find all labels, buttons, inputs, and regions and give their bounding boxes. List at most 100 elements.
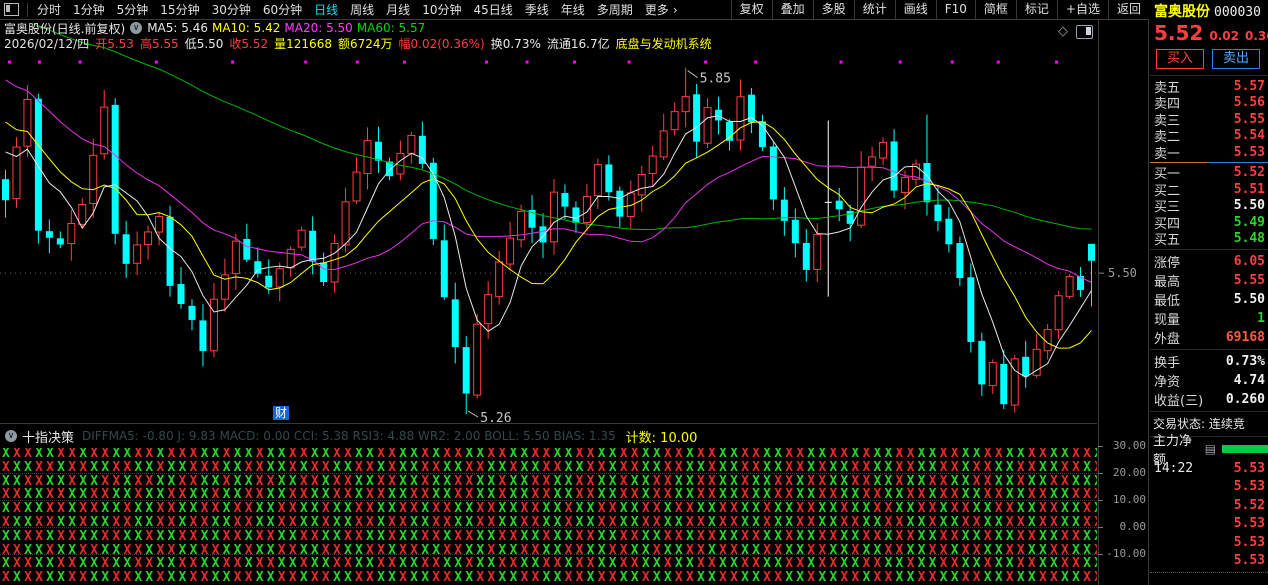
signal-x: X — [333, 515, 344, 530]
signal-x: X — [752, 474, 763, 489]
menu-item-period-12[interactable]: 年线 — [555, 1, 591, 18]
signal-x: X — [344, 474, 355, 489]
sell-level-4[interactable]: 卖一5.53 — [1150, 144, 1268, 161]
signal-x: X — [13, 474, 24, 489]
menu-item-period-6[interactable]: 日线 — [308, 1, 344, 18]
signal-x: X — [267, 460, 278, 475]
tick-row-4[interactable]: 5.53 — [1150, 533, 1268, 552]
signal-x: X — [234, 570, 245, 585]
signal-x: X — [951, 460, 962, 475]
signal-x: X — [1083, 487, 1094, 502]
signal-x: X — [796, 556, 807, 571]
signal-x: X — [796, 570, 807, 585]
menu-item-period-10[interactable]: 45日线 — [467, 1, 518, 18]
cai-marker-badge[interactable]: 财 — [273, 406, 289, 420]
signal-x: X — [256, 460, 267, 475]
signal-x: X — [719, 515, 730, 530]
right-quote-panel: 富奥股份 000030 5.52 0.02 0.36% 买入 卖出 卖五5.57… — [1150, 0, 1268, 585]
signal-x: X — [565, 543, 576, 558]
signal-x: X — [13, 529, 24, 544]
menu-item-period-0[interactable]: 分时 — [31, 1, 67, 18]
signal-x: X — [785, 543, 796, 558]
sell-button[interactable]: 卖出 — [1212, 49, 1260, 69]
sell-level-0[interactable]: 卖五5.57 — [1150, 78, 1268, 95]
buy-level-2[interactable]: 买三5.50 — [1150, 198, 1268, 215]
pane-toggle-icon[interactable] — [1076, 25, 1093, 39]
signal-x: X — [68, 460, 79, 475]
signal-x: X — [885, 515, 896, 530]
buy-button[interactable]: 买入 — [1156, 49, 1204, 69]
signal-x: X — [686, 556, 697, 571]
menu-item-period-14[interactable]: 更多 — [639, 1, 675, 18]
signal-x: X — [366, 487, 377, 502]
signal-x: X — [907, 487, 918, 502]
toolbar-item-8[interactable]: +自选 — [1057, 0, 1108, 19]
toolbar-item-7[interactable]: 标记 — [1016, 0, 1057, 19]
menu-item-period-1[interactable]: 1分钟 — [67, 1, 111, 18]
signal-x: X — [1083, 543, 1094, 558]
toolbar-item-0[interactable]: 复权 — [731, 0, 772, 19]
tick-row-1[interactable]: 5.53 — [1150, 478, 1268, 497]
toolbar-item-4[interactable]: 画线 — [895, 0, 936, 19]
signal-x: X — [741, 543, 752, 558]
stock-code: 000030 — [1214, 5, 1261, 20]
signal-x: X — [862, 515, 873, 530]
signal-x: X — [774, 487, 785, 502]
menu-item-period-11[interactable]: 季线 — [519, 1, 555, 18]
diamond-icon[interactable]: ◇ — [1058, 24, 1068, 39]
signal-x: X — [940, 515, 951, 530]
buy-level-0[interactable]: 买一5.52 — [1150, 165, 1268, 182]
detail-list-icon[interactable]: ▤ — [1205, 442, 1216, 456]
buy-level-4[interactable]: 买五5.48 — [1150, 231, 1268, 248]
menu-item-period-9[interactable]: 10分钟 — [416, 1, 467, 18]
tick-row-0[interactable]: 14:225.53 — [1150, 459, 1268, 478]
menu-item-period-4[interactable]: 30分钟 — [206, 1, 257, 18]
window-split-icon[interactable] — [4, 3, 19, 16]
signal-x: X — [79, 529, 90, 544]
signal-x: X — [57, 501, 68, 516]
toolbar-item-2[interactable]: 多股 — [813, 0, 854, 19]
chevron-right-icon[interactable]: › — [673, 3, 678, 17]
toolbar-item-5[interactable]: F10 — [936, 0, 975, 19]
stock-name[interactable]: 富奥股份 — [1154, 1, 1210, 21]
toolbar-item-1[interactable]: 叠加 — [772, 0, 813, 19]
signal-x: X — [498, 487, 509, 502]
tick-row-5[interactable]: 5.53 — [1150, 552, 1268, 571]
menu-item-period-3[interactable]: 15分钟 — [154, 1, 205, 18]
signal-grid[interactable]: XXXXXXXXXXXXXXXXXXXXXXXXXXXXXXXXXXXXXXXX… — [0, 447, 1097, 585]
signal-x: X — [653, 501, 664, 516]
signal-x: X — [873, 501, 884, 516]
chevron-down-icon[interactable]: ∨ — [5, 430, 17, 442]
signal-x: X — [377, 556, 388, 571]
signal-x: X — [2, 529, 13, 544]
menu-item-period-2[interactable]: 5分钟 — [111, 1, 155, 18]
sell-level-3[interactable]: 卖二5.54 — [1150, 128, 1268, 145]
indicator-title[interactable]: 十指决策 — [22, 427, 74, 446]
sell-level-1[interactable]: 卖四5.56 — [1150, 95, 1268, 112]
signal-x: X — [167, 487, 178, 502]
signal-x: X — [476, 515, 487, 530]
chevron-down-icon[interactable]: ∨ — [130, 22, 142, 34]
signal-x: X — [995, 501, 1006, 516]
menu-item-period-8[interactable]: 月线 — [380, 1, 416, 18]
toolbar-item-3[interactable]: 统计 — [854, 0, 895, 19]
buy-level-1[interactable]: 买二5.51 — [1150, 181, 1268, 198]
tick-row-2[interactable]: 5.52 — [1150, 496, 1268, 515]
menu-item-period-13[interactable]: 多周期 — [591, 1, 639, 18]
tick-row-3[interactable]: 5.53 — [1150, 515, 1268, 534]
signal-x: X — [278, 474, 289, 489]
signal-x: X — [322, 487, 333, 502]
candles-layer[interactable] — [2, 68, 1095, 415]
toolbar-item-6[interactable]: 简框 — [975, 0, 1016, 19]
menu-item-period-7[interactable]: 周线 — [344, 1, 380, 18]
signal-x: X — [896, 556, 907, 571]
net-inflow-bar — [1222, 445, 1268, 453]
signal-x: X — [234, 501, 245, 516]
buy-level-3[interactable]: 买四5.49 — [1150, 214, 1268, 231]
menu-item-period-5[interactable]: 60分钟 — [257, 1, 308, 18]
signal-x: X — [697, 501, 708, 516]
signal-x: X — [300, 529, 311, 544]
sell-level-2[interactable]: 卖三5.55 — [1150, 111, 1268, 128]
signal-x: X — [951, 529, 962, 544]
toolbar-item-9[interactable]: 返回 — [1108, 0, 1149, 19]
